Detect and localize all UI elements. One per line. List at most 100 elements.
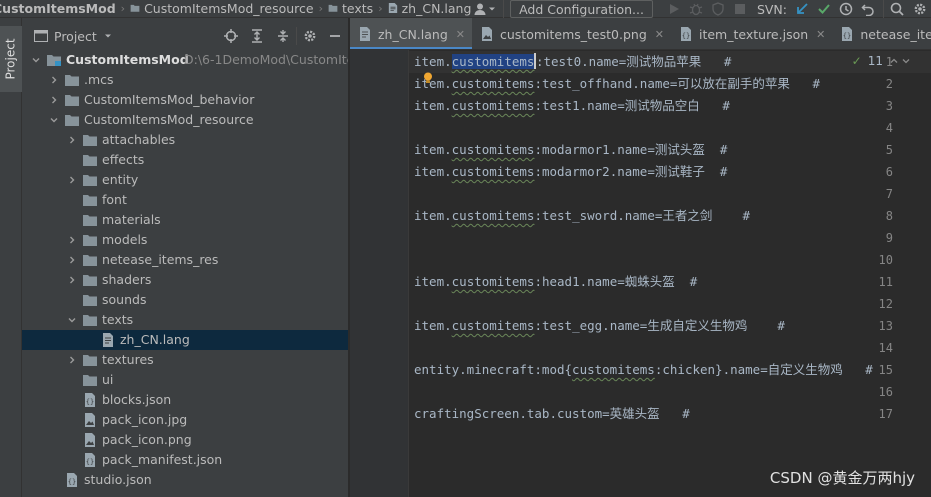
tree-item[interactable]: texts — [22, 310, 348, 330]
gear-icon — [304, 30, 315, 42]
line-number: 9 — [885, 231, 893, 245]
intention-bulb-icon[interactable] — [423, 72, 433, 84]
tree-item[interactable]: {} studio.json — [22, 470, 348, 490]
tree-item[interactable]: textures — [22, 350, 348, 370]
folder-icon — [65, 75, 79, 86]
svn-commit-button[interactable] — [813, 0, 835, 18]
folder-icon — [83, 375, 97, 386]
editor-tab[interactable]: {} item_texture.json ✕ — [671, 18, 832, 49]
svn-history-button[interactable] — [835, 0, 857, 18]
stop-icon — [734, 4, 745, 14]
add-configuration-button[interactable]: Add Configuration... — [510, 0, 653, 18]
run-button[interactable] — [663, 0, 685, 18]
project-panel: Project CustomItemsMod D:\6-1DemoMod\Cust… — [22, 18, 349, 497]
breadcrumb-resource-folder[interactable]: CustomItemsMod_resource — [127, 1, 317, 16]
project-tool-window-tab[interactable]: Project — [0, 26, 22, 92]
tree-item[interactable]: pack_icon.png — [22, 430, 348, 450]
svn-update-button[interactable] — [791, 0, 813, 18]
close-icon[interactable]: ✕ — [816, 28, 825, 41]
tree-item[interactable]: entity — [22, 170, 348, 190]
project-panel-title: Project — [54, 28, 97, 44]
tree-item[interactable]: effects — [22, 150, 348, 170]
chevron-right-icon[interactable] — [48, 70, 60, 90]
close-icon[interactable]: ✕ — [655, 28, 664, 41]
editor-tab[interactable]: {} netease_items_res — [832, 18, 931, 49]
run-with-coverage-button[interactable] — [707, 0, 729, 18]
code-editor[interactable]: 1 item.customitems:test0.name=测试物品苹果 #2 it… — [350, 50, 931, 497]
line-number: 2 — [885, 77, 893, 91]
json-file-icon: {} — [85, 393, 95, 407]
collapse-all-icon — [278, 30, 288, 42]
debug-button[interactable] — [685, 0, 707, 18]
module-folder-icon — [47, 55, 61, 66]
tree-item-label: CustomItemsMod_resource — [84, 112, 254, 127]
navigation-bar: CustomItemsMod › CustomItemsMod_resource… — [0, 0, 931, 18]
crosshair-icon — [224, 29, 238, 43]
chevron-down-icon — [489, 7, 496, 11]
tree-item[interactable]: models — [22, 230, 348, 250]
chevron-right-icon[interactable] — [66, 350, 78, 370]
tree-item[interactable]: attachables — [22, 130, 348, 150]
line-number: 4 — [885, 121, 893, 135]
project-view-selector[interactable]: Project — [34, 29, 113, 44]
chevron-down-icon[interactable] — [30, 50, 42, 70]
code-line: item.customitems:test1.name=测试物品空白 # — [414, 98, 730, 113]
breadcrumb-file[interactable]: zh_CN.lang — [385, 1, 475, 16]
locate-file-button[interactable] — [218, 27, 244, 45]
tree-item[interactable]: materials — [22, 210, 348, 230]
collapse-all-button[interactable] — [270, 27, 296, 45]
code-line: item.customitems:test_egg.name=生成自定义生物鸡 … — [414, 318, 785, 333]
tree-item[interactable]: sounds — [22, 290, 348, 310]
chevron-right-icon[interactable] — [66, 250, 78, 270]
settings-button[interactable] — [909, 0, 931, 18]
code-line: item.customitems:modarmor2.name=测试鞋子 # — [414, 164, 728, 179]
hide-panel-button[interactable] — [322, 27, 348, 45]
image-file-icon — [85, 413, 95, 427]
tree-item[interactable]: .mcs — [22, 70, 348, 90]
check-icon: ✓ — [851, 54, 862, 68]
chevron-right-icon[interactable] — [66, 170, 78, 190]
tree-item[interactable]: zh_CN.lang — [22, 330, 348, 350]
breadcrumb-texts-folder[interactable]: texts — [325, 1, 376, 16]
folder-icon — [65, 95, 79, 106]
tree-item-label: font — [102, 192, 127, 207]
chevron-right-icon[interactable] — [48, 90, 60, 110]
search-everywhere-button[interactable] — [883, 0, 909, 18]
tree-item[interactable]: netease_items_res — [22, 250, 348, 270]
chevron-right-icon[interactable] — [66, 130, 78, 150]
user-menu-button[interactable] — [467, 0, 505, 18]
arrow-down-left-icon — [797, 3, 808, 14]
chevron-down-icon[interactable] — [66, 310, 78, 330]
breadcrumb-label: CustomItemsMod_resource — [144, 1, 314, 16]
tree-item[interactable]: font — [22, 190, 348, 210]
editor-tab[interactable]: zh_CN.lang ✕ — [350, 18, 472, 49]
tree-item-label: studio.json — [84, 472, 152, 487]
tree-item[interactable]: {} blocks.json — [22, 390, 348, 410]
tree-item[interactable]: ui — [22, 370, 348, 390]
folder-icon — [328, 4, 338, 12]
tree-item[interactable]: shaders — [22, 270, 348, 290]
breadcrumb-project[interactable]: CustomItemsMod — [0, 1, 119, 16]
chevron-right-icon[interactable] — [66, 230, 78, 250]
tree-item[interactable]: CustomItemsMod_resource — [22, 110, 348, 130]
editor-tab[interactable]: customitems_test0.png ✕ — [472, 18, 671, 49]
svn-rollback-button[interactable] — [857, 0, 879, 18]
code-line: item.customitems:test_sword.name=王者之剑 # — [414, 208, 751, 223]
inspection-widget[interactable]: ✓ 11 — [852, 54, 911, 68]
user-icon — [474, 3, 486, 15]
panel-options-button[interactable] — [296, 27, 322, 45]
tree-item[interactable]: pack_icon.jpg — [22, 410, 348, 430]
tree-item[interactable]: {} pack_manifest.json — [22, 450, 348, 470]
gutter-separator — [408, 50, 409, 497]
svg-text:{}: {} — [68, 478, 76, 486]
tree-item-label: pack_icon.png — [102, 432, 192, 447]
project-panel-tools — [218, 18, 348, 54]
stop-button[interactable] — [729, 0, 751, 18]
chevron-down-icon[interactable] — [48, 110, 60, 130]
chevron-right-icon[interactable] — [66, 270, 78, 290]
tree-item[interactable]: CustomItemsMod D:\6-1DemoMod\CustomIter — [22, 50, 348, 70]
code-line: entity.minecraft:mod{customitems:chicken… — [414, 362, 873, 377]
tree-item[interactable]: CustomItemsMod_behavior — [22, 90, 348, 110]
expand-all-button[interactable] — [244, 27, 270, 45]
close-icon[interactable]: ✕ — [456, 28, 465, 41]
